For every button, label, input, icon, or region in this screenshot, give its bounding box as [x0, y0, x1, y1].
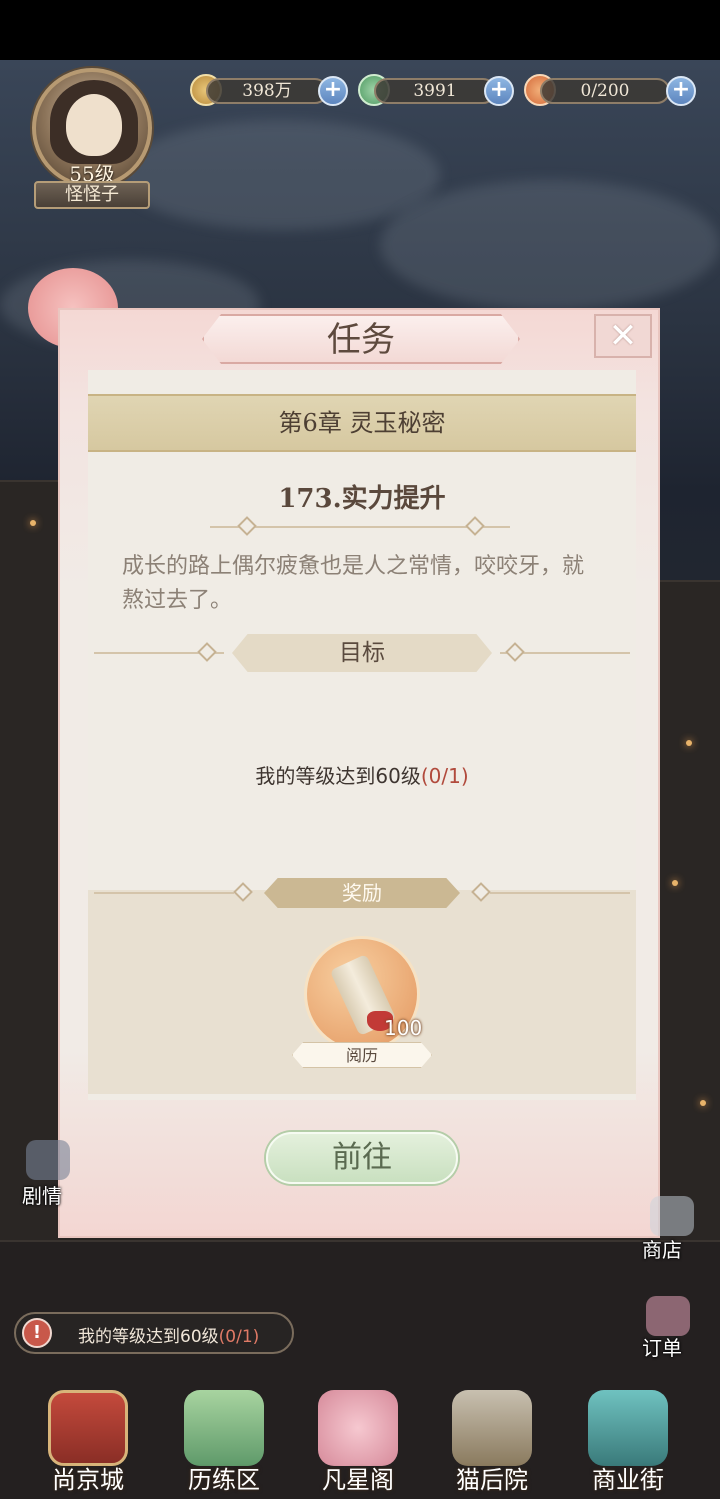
- nav-item-palace[interactable]: 尚京城: [28, 1380, 148, 1499]
- current-task-text: 我的等级达到60级(0/1): [78, 1322, 259, 1347]
- goal-progress: (0/1): [420, 764, 469, 788]
- nav-item-star-pavilion[interactable]: 凡星阁: [298, 1380, 418, 1499]
- chapter-title: 第6章 灵玉秘密: [88, 394, 636, 452]
- nav-item-cat-yard[interactable]: 猫后院: [432, 1380, 552, 1499]
- shop-icon[interactable]: [650, 1196, 694, 1236]
- cloud: [120, 120, 440, 230]
- nav-label: 历练区: [188, 1466, 260, 1494]
- cherry-tree-icon: [318, 1390, 398, 1466]
- gate-icon: [588, 1390, 668, 1466]
- goal-heading: 目标: [232, 634, 492, 672]
- avatar-face: [66, 94, 122, 156]
- quest-title: 173.实力提升: [278, 484, 446, 514]
- quest-dialog: 任务 ✕ 第6章 灵玉秘密 173.实力提升 成长的路上偶尔疲惫也是人之常情，咬…: [58, 308, 660, 1238]
- resource-food-value: 0/200: [540, 78, 670, 104]
- nav-label: 尚京城: [52, 1466, 124, 1494]
- story-button[interactable]: 剧情: [22, 1180, 62, 1209]
- player-name: 怪怪子: [34, 181, 150, 209]
- story-icon[interactable]: [26, 1140, 70, 1180]
- divider: [94, 892, 234, 894]
- add-food-button[interactable]: +: [666, 76, 696, 106]
- current-task-description: 我的等级达到60级: [78, 1327, 219, 1347]
- nav-item-market-street[interactable]: 商业街: [568, 1380, 688, 1499]
- add-coins-button[interactable]: +: [318, 76, 348, 106]
- orders-icon[interactable]: [646, 1296, 690, 1336]
- go-button[interactable]: 前往: [266, 1132, 458, 1184]
- quest-description: 成长的路上偶尔疲惫也是人之常情，咬咬牙，就熬过去了。: [122, 554, 585, 613]
- cat-basket-icon: [452, 1390, 532, 1466]
- nav-label: 猫后院: [456, 1466, 528, 1494]
- nav-label: 商业街: [592, 1466, 664, 1494]
- alert-icon: !: [22, 1318, 52, 1348]
- status-bar-top: [0, 0, 720, 60]
- divider: [490, 892, 630, 894]
- lantern-light: [30, 520, 36, 526]
- palace-icon: [48, 1390, 128, 1466]
- mountain-icon: [184, 1390, 264, 1466]
- nav-item-training[interactable]: 历练区: [164, 1380, 284, 1499]
- cloud: [380, 180, 720, 310]
- lantern-light: [672, 880, 678, 886]
- reward-name: 阅历: [292, 1042, 432, 1068]
- resource-jade-value: 3991: [374, 78, 496, 104]
- lantern-light: [686, 740, 692, 746]
- nav-label: 凡星阁: [322, 1466, 394, 1494]
- lantern-light: [700, 1100, 706, 1106]
- reward-count: 100: [384, 1016, 423, 1040]
- current-task-bar[interactable]: ! 我的等级达到60级(0/1): [14, 1312, 294, 1354]
- shop-button[interactable]: 商店: [642, 1234, 682, 1263]
- goal-description: 我的等级达到60级: [255, 764, 421, 788]
- current-task-progress: (0/1): [218, 1327, 260, 1347]
- bottom-nav: 尚京城 历练区 凡星阁 猫后院 商业街: [0, 1380, 720, 1499]
- dialog-title: 任务: [327, 320, 395, 360]
- add-jade-button[interactable]: +: [484, 76, 514, 106]
- goal-text: 我的等级达到60级(0/1): [88, 760, 636, 789]
- reward-heading: 奖励: [264, 878, 460, 908]
- close-icon[interactable]: ✕: [594, 314, 652, 358]
- orders-button[interactable]: 订单: [642, 1332, 682, 1361]
- player-avatar[interactable]: 55级: [32, 68, 152, 188]
- resource-coins-value: 398万: [206, 78, 328, 104]
